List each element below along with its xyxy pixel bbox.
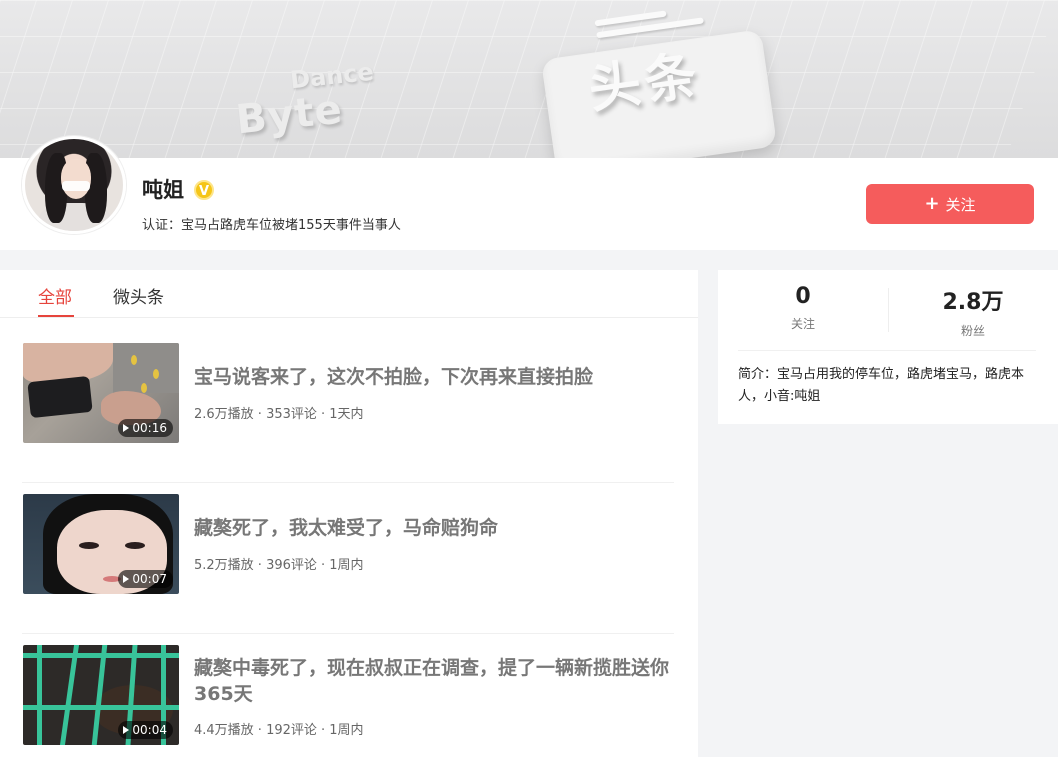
user-name: 吨姐 <box>142 178 184 202</box>
divider <box>738 350 1036 351</box>
certification-text: 认证：宝马占路虎车位被堵155天事件当事人 <box>142 218 401 233</box>
play-icon <box>123 575 130 583</box>
tab-micro-toutiao[interactable]: 微头条 <box>113 283 164 308</box>
followers-count: 2.8万 <box>942 290 1004 315</box>
avatar-face <box>61 159 91 199</box>
play-icon <box>123 726 130 734</box>
thumb-phone <box>27 375 93 419</box>
avatar-mask <box>62 181 90 191</box>
video-title[interactable]: 藏獒中毒死了，现在叔叔正在调查，提了一辆新揽胜送你365天 <box>194 655 674 707</box>
bio-text: 简介：宝马占用我的停车位，路虎堵宝马，路虎本人，小音:吨姐 <box>738 367 1025 404</box>
feed-item: 00:07 藏獒死了，我太难受了，马命赔狗命 5.2万播放 · 396评论 · … <box>22 494 674 634</box>
video-meta: 2.6万播放 · 353评论 · 1天内 <box>194 407 364 422</box>
banner-grid <box>0 0 1058 158</box>
thumb-eye <box>125 542 145 549</box>
video-meta: 4.4万播放 · 192评论 · 1周内 <box>194 723 364 738</box>
profile-stats-card: 0 关注 2.8万 粉丝 简介：宝马占用我的停车位，路虎堵宝马，路虎本人，小音:… <box>718 270 1058 424</box>
followers-label: 粉丝 <box>960 324 985 338</box>
follow-button[interactable]: + 关注 <box>866 184 1034 224</box>
thumb-cage-bar <box>23 653 179 658</box>
stat-divider <box>888 288 889 332</box>
duration-text: 00:07 <box>132 572 167 586</box>
video-title[interactable]: 藏獒死了，我太难受了，马命赔狗命 <box>194 515 674 541</box>
feed-item: 00:16 宝马说客来了，这次不拍脸，下次再来直接拍脸 2.6万播放 · 353… <box>22 343 674 483</box>
following-stat[interactable]: 0 关注 <box>728 284 878 332</box>
thumb-eye <box>79 542 99 549</box>
video-thumbnail[interactable]: 00:04 <box>23 645 179 745</box>
duration-badge: 00:07 <box>118 570 173 588</box>
play-icon <box>123 424 130 432</box>
thumb-cage-bar <box>59 645 80 745</box>
thumb-shape <box>153 369 159 379</box>
thumb-cage-bar <box>23 705 179 710</box>
follow-button-label: 关注 <box>945 195 976 214</box>
video-title[interactable]: 宝马说客来了，这次不拍脸，下次再来直接拍脸 <box>194 364 674 390</box>
duration-badge: 00:16 <box>118 419 173 437</box>
feed-item: 00:04 藏獒中毒死了，现在叔叔正在调查，提了一辆新揽胜送你365天 4.4万… <box>22 645 674 757</box>
verified-icon: V <box>194 180 214 200</box>
profile-banner: Dance Byte 头条 <box>0 0 1058 158</box>
video-thumbnail[interactable]: 00:16 <box>23 343 179 443</box>
duration-badge: 00:04 <box>118 721 173 739</box>
following-label: 关注 <box>790 317 815 331</box>
thumb-shape <box>131 355 137 365</box>
avatar[interactable] <box>22 136 126 234</box>
video-thumbnail[interactable]: 00:07 <box>23 494 179 594</box>
tab-active-indicator <box>38 315 74 317</box>
followers-stat[interactable]: 2.8万 粉丝 <box>898 284 1048 339</box>
tab-bar: 全部 微头条 <box>0 270 698 318</box>
main-feed: 全部 微头条 00:16 宝马说客来了，这次不拍脸，下次再来直接拍脸 2.6万播… <box>0 270 698 757</box>
plus-icon: + <box>924 193 940 214</box>
duration-text: 00:16 <box>132 421 167 435</box>
tab-all[interactable]: 全部 <box>38 283 72 308</box>
following-count: 0 <box>795 284 811 309</box>
thumb-shape <box>141 383 147 393</box>
banner-logo-text: 头条 <box>585 45 705 121</box>
thumb-cage-bar <box>37 645 42 745</box>
video-meta: 5.2万播放 · 396评论 · 1周内 <box>194 558 364 573</box>
duration-text: 00:04 <box>132 723 167 737</box>
